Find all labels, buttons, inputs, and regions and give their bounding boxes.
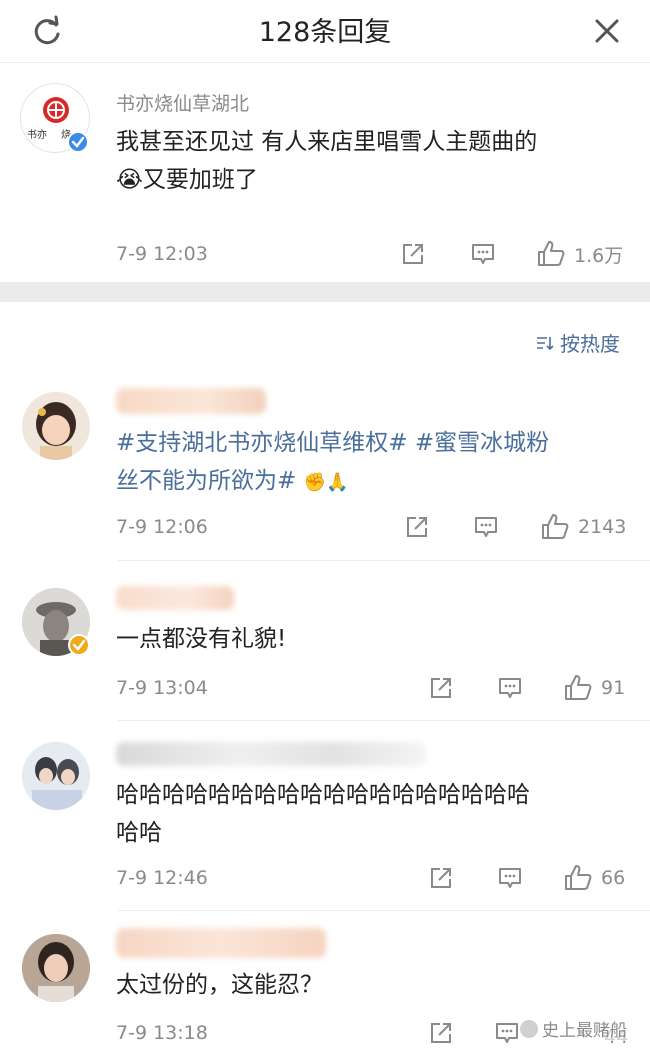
- sort-label: 按热度: [560, 332, 620, 356]
- thumbs-up-icon: [565, 865, 592, 890]
- comment-line-2: 哈哈: [116, 820, 162, 846]
- comment-line-1: 哈哈哈哈哈哈哈哈哈哈哈哈哈哈哈哈哈哈: [116, 782, 530, 808]
- crying-emoji-icon: 😭: [116, 167, 143, 193]
- share-button[interactable]: [428, 865, 454, 891]
- avatar[interactable]: [22, 742, 90, 810]
- comment-text: 太过份的，这能忍？: [116, 972, 323, 998]
- like-count: 91: [601, 677, 626, 699]
- share-button[interactable]: [400, 241, 426, 267]
- avatar-image: [22, 742, 90, 810]
- timestamp: 7-9 13:04: [116, 677, 208, 699]
- share-button[interactable]: [404, 514, 430, 540]
- share-icon: [431, 1023, 451, 1043]
- blurred-username: [116, 586, 234, 610]
- thumbs-up-icon: [538, 241, 565, 266]
- share-button[interactable]: [428, 675, 454, 701]
- share-button[interactable]: [428, 1020, 454, 1046]
- avatar[interactable]: [22, 934, 90, 1002]
- thumbs-up-icon: [565, 675, 592, 700]
- comment-icon: [472, 244, 494, 264]
- sort-button[interactable]: 按热度: [536, 328, 620, 357]
- comment-icon: [496, 1023, 518, 1043]
- comment-line-1: 我甚至还见过 有人来店里唱雪人主题曲的: [116, 129, 538, 155]
- comment-text: 一点都没有礼貌!: [116, 626, 287, 652]
- blurred-username: [116, 928, 326, 958]
- close-icon[interactable]: [590, 14, 624, 48]
- comment-icon: [499, 868, 521, 888]
- comment-text: #支持湖北书亦烧仙草维权# #蜜雪冰城粉 丝不能为所欲为# ✊🙏: [116, 424, 636, 502]
- comment-icon: [475, 517, 497, 537]
- watermark-text: 史上最赌船: [542, 1021, 627, 1041]
- comment-icon: [499, 678, 521, 698]
- row-divider: [118, 720, 650, 721]
- avatar-image: [22, 392, 90, 460]
- blurred-username: [116, 742, 426, 766]
- share-icon: [403, 244, 423, 264]
- avatar-image: [22, 934, 90, 1002]
- comment-line-1: #支持湖北书亦烧仙草维权# #蜜雪冰城粉: [116, 424, 636, 462]
- share-icon: [431, 678, 451, 698]
- like-button[interactable]: 91: [563, 673, 625, 703]
- verified-badge-icon: [68, 634, 90, 660]
- sort-icon: [537, 336, 554, 350]
- share-icon: [407, 517, 427, 537]
- thumbs-up-icon: [542, 514, 569, 539]
- root-comment: 书亦 烧 书亦烧仙草湖北 我甚至还见过 有人来店里唱雪人主题曲的 😭又要加班了 …: [0, 63, 650, 281]
- section-divider: [0, 282, 650, 302]
- row-divider: [118, 910, 650, 911]
- like-count: 66: [601, 867, 626, 889]
- topic-link[interactable]: 丝不能为所欲为#: [116, 468, 296, 494]
- topic-link[interactable]: #蜜雪冰城粉: [415, 430, 549, 456]
- avatar-text: 书亦: [27, 130, 47, 141]
- username[interactable]: 书亦烧仙草湖北: [116, 89, 249, 116]
- like-button[interactable]: 1.6万: [536, 239, 623, 269]
- like-button[interactable]: 66: [563, 863, 625, 893]
- share-icon: [431, 868, 451, 888]
- row-divider: [118, 560, 650, 561]
- timestamp: 7-9 12:03: [116, 243, 208, 265]
- like-count: 1.6万: [574, 244, 624, 267]
- timestamp: 7-9 12:06: [116, 516, 208, 538]
- timestamp: 7-9 13:18: [116, 1022, 208, 1044]
- timestamp: 7-9 12:46: [116, 867, 208, 889]
- comment-line-2-text: 又要加班了: [142, 167, 258, 193]
- comment-button[interactable]: [497, 865, 523, 891]
- comment-line-2: 丝不能为所欲为# ✊🙏: [116, 462, 636, 502]
- comment-button[interactable]: [497, 675, 523, 701]
- comment-text: 我甚至还见过 有人来店里唱雪人主题曲的 😭又要加班了: [116, 123, 636, 199]
- watermark: 史上最赌船: [520, 1016, 627, 1041]
- like-count: 2143: [578, 516, 627, 538]
- avatar[interactable]: [22, 392, 90, 460]
- topic-link[interactable]: #支持湖北书亦烧仙草维权#: [116, 430, 408, 456]
- fist-pray-emoji-icon: ✊🙏: [303, 472, 349, 493]
- like-button[interactable]: 2143: [540, 512, 626, 542]
- comment-text: 哈哈哈哈哈哈哈哈哈哈哈哈哈哈哈哈哈哈 哈哈: [116, 776, 636, 852]
- blurred-username: [116, 388, 266, 414]
- comment-button[interactable]: [473, 514, 499, 540]
- comment-button[interactable]: [494, 1020, 520, 1046]
- wechat-icon: [520, 1019, 538, 1038]
- comment-button[interactable]: [470, 241, 496, 267]
- page-title: 128条回复: [258, 17, 392, 48]
- verified-badge-icon: [67, 131, 89, 157]
- header-bar: 128条回复: [0, 0, 650, 63]
- comment-line-2: 😭又要加班了: [116, 161, 636, 199]
